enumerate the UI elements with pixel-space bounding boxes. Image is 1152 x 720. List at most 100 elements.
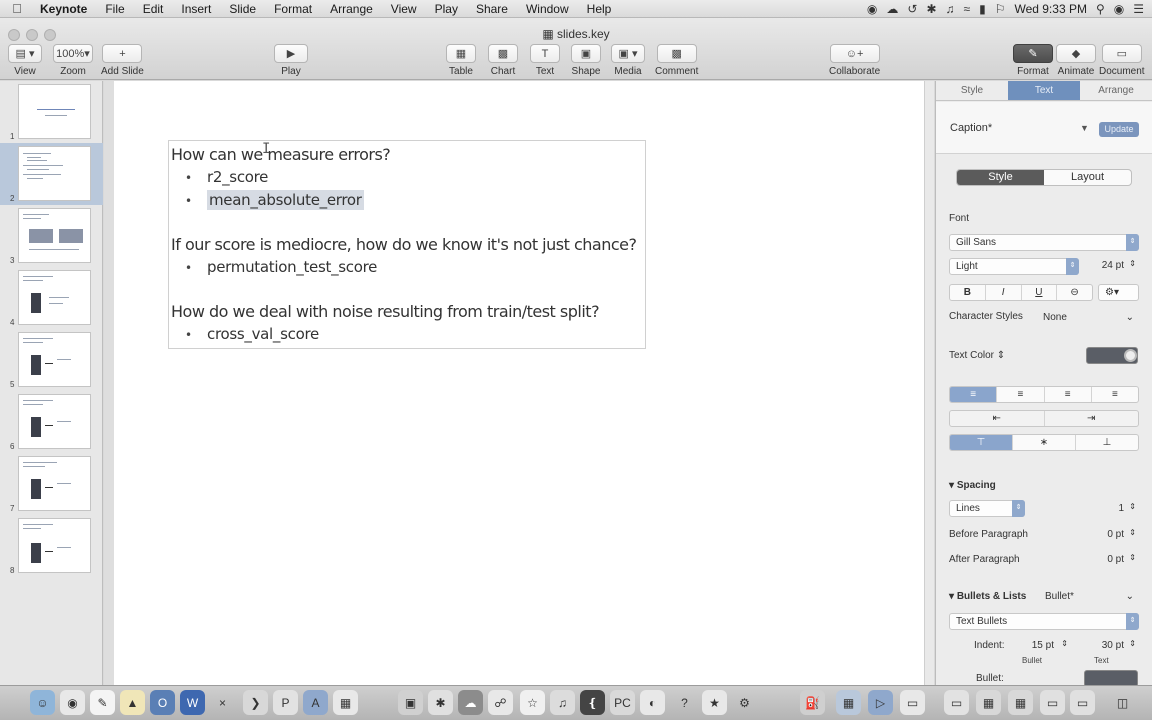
- menu-help[interactable]: Help: [578, 2, 621, 16]
- menu-view[interactable]: View: [382, 2, 426, 16]
- font-size-stepper-icon[interactable]: ⇕: [1126, 259, 1136, 268]
- slide-thumbnail-5[interactable]: 5: [0, 329, 103, 391]
- word-icon[interactable]: W: [180, 690, 205, 715]
- indent-text-field[interactable]: 30 pt: [1084, 640, 1124, 651]
- battery-icon[interactable]: ▮: [979, 2, 986, 16]
- spotlight-search-icon[interactable]: ⚲: [1096, 2, 1105, 16]
- keynote-icon[interactable]: ▲: [120, 690, 145, 715]
- downloads-icon[interactable]: ▦: [976, 690, 1001, 715]
- align-top-button[interactable]: ⊤: [950, 435, 1013, 450]
- notes-icon[interactable]: ▭: [900, 690, 925, 715]
- git-icon[interactable]: ☍: [488, 690, 513, 715]
- tab-style[interactable]: Style: [936, 81, 1008, 100]
- font-family-popup[interactable]: Gill Sans ⇕: [949, 234, 1139, 251]
- favorites-icon[interactable]: ★: [702, 690, 727, 715]
- tab-arrange[interactable]: Arrange: [1080, 81, 1152, 100]
- calculator-icon[interactable]: ▦: [333, 690, 358, 715]
- bluetooth-icon[interactable]: ✱: [926, 2, 936, 16]
- slide-thumbnail-6[interactable]: 6: [0, 391, 103, 453]
- cloud-app-icon[interactable]: ☁: [458, 690, 483, 715]
- cloud-icon[interactable]: ☁: [886, 2, 898, 16]
- bullet-permutation-test-score[interactable]: • permutation_test_score: [185, 258, 377, 276]
- slide-thumbnail-3[interactable]: 3: [0, 205, 103, 267]
- comment-button[interactable]: ▩: [656, 44, 697, 63]
- wifi-icon[interactable]: ≈: [964, 2, 971, 16]
- character-styles-popup[interactable]: None ⌄: [1036, 309, 1139, 326]
- chrome-icon[interactable]: ◉: [60, 690, 85, 715]
- decrease-indent-button[interactable]: ⇤: [950, 411, 1045, 426]
- slide-thumbnail-4[interactable]: 4: [0, 267, 103, 329]
- bold-button[interactable]: B: [950, 285, 986, 300]
- siri-icon[interactable]: ◉: [1114, 2, 1124, 16]
- question-chance[interactable]: If our score is mediocre, how do we know…: [171, 235, 637, 254]
- menu-window[interactable]: Window: [517, 2, 578, 16]
- chart-button[interactable]: ▩: [488, 44, 518, 63]
- question-noise[interactable]: How do we deal with noise resulting from…: [171, 302, 600, 321]
- font-weight-popup[interactable]: Light ⇕: [949, 258, 1079, 275]
- notification-center-icon[interactable]: ☰: [1133, 2, 1144, 16]
- slide-thumbnail-7[interactable]: 7: [0, 453, 103, 515]
- slide-text-box[interactable]: How can we measure errors? • r2_score • me…: [168, 140, 646, 349]
- bullets-lists-section[interactable]: ▾ Bullets & Lists: [949, 591, 1026, 602]
- current-slide[interactable]: How can we measure errors? • r2_score • me…: [114, 81, 924, 685]
- textedit-icon[interactable]: ✎: [90, 690, 115, 715]
- facetime-icon[interactable]: ▷: [868, 690, 893, 715]
- status-app-icon[interactable]: ◉: [867, 2, 877, 16]
- spacing-mode-popup[interactable]: Lines ⇕: [949, 500, 1025, 517]
- vscode-icon[interactable]: ❴: [580, 690, 605, 715]
- finder-icon[interactable]: ☺: [30, 690, 55, 715]
- tab-text[interactable]: Text: [1008, 81, 1080, 100]
- document-button[interactable]: ▭: [1101, 44, 1142, 63]
- documents-icon[interactable]: ▦: [1008, 690, 1033, 715]
- slide-thumbnail-1[interactable]: 1: [0, 81, 103, 143]
- subtab-layout[interactable]: Layout: [1044, 170, 1131, 185]
- bullet-cross-val-score[interactable]: • cross_val_score: [185, 325, 319, 343]
- bullets-style-popup[interactable]: Bullet* ⌄: [1038, 588, 1139, 605]
- table-button[interactable]: ▦: [446, 44, 476, 63]
- trash-icon[interactable]: ◫: [1110, 690, 1135, 715]
- apple-menu-icon[interactable]: : [0, 1, 34, 16]
- text-button[interactable]: T: [530, 44, 560, 63]
- preview-icon[interactable]: P: [273, 690, 298, 715]
- indent-bullet-stepper-icon[interactable]: ⇕: [1058, 639, 1068, 648]
- help-icon[interactable]: ?: [672, 690, 697, 715]
- menu-file[interactable]: File: [96, 2, 133, 16]
- indent-text-stepper-icon[interactable]: ⇕: [1126, 639, 1136, 648]
- bullet-mean-absolute-error[interactable]: • mean_absolute_error: [185, 190, 364, 210]
- font-size-field[interactable]: 24 pt: [1086, 260, 1124, 271]
- color-wheel-icon[interactable]: [1124, 349, 1137, 362]
- screen-sharing-icon[interactable]: ▭: [944, 690, 969, 715]
- align-middle-button[interactable]: ∗: [1013, 435, 1076, 450]
- menu-insert[interactable]: Insert: [172, 2, 220, 16]
- after-paragraph-stepper-icon[interactable]: ⇕: [1126, 553, 1136, 562]
- increase-indent-button[interactable]: ⇥: [1045, 411, 1139, 426]
- close-icon[interactable]: ×: [210, 690, 235, 715]
- shape-button[interactable]: ▣: [571, 44, 601, 63]
- menu-share[interactable]: Share: [467, 2, 517, 16]
- menu-keynote[interactable]: Keynote: [34, 2, 96, 16]
- menu-edit[interactable]: Edit: [134, 2, 173, 16]
- bullet-color-well[interactable]: [1084, 670, 1138, 685]
- chevron-down-icon[interactable]: ▼: [1080, 123, 1089, 133]
- after-paragraph-field[interactable]: 0 pt: [1086, 554, 1124, 565]
- align-right-button[interactable]: ≡: [1045, 387, 1092, 402]
- slide-thumbnail-2[interactable]: 2: [0, 143, 103, 205]
- canvas-scrollbar[interactable]: [924, 81, 934, 685]
- volume-icon[interactable]: ♫: [946, 2, 955, 16]
- bullet-type-popup[interactable]: Text Bullets ⇕: [949, 613, 1139, 630]
- pycharm-icon[interactable]: PC: [610, 690, 635, 715]
- animate-button[interactable]: ◆: [1056, 44, 1096, 63]
- menu-arrange[interactable]: Arrange: [321, 2, 382, 16]
- acrobat-icon[interactable]: ☆: [520, 690, 545, 715]
- docker-icon[interactable]: ⛽: [800, 690, 825, 715]
- align-left-button[interactable]: ≡: [950, 387, 998, 402]
- terminal-icon[interactable]: ❯: [243, 690, 268, 715]
- update-style-button[interactable]: Update: [1099, 122, 1139, 137]
- bullet-r2-score[interactable]: • r2_score: [185, 168, 268, 186]
- indent-bullet-field[interactable]: 15 pt: [1016, 640, 1054, 651]
- before-paragraph-stepper-icon[interactable]: ⇕: [1126, 528, 1136, 537]
- screenshot-icon[interactable]: ▣: [398, 690, 423, 715]
- photos-icon[interactable]: ▦: [836, 690, 861, 715]
- app-store-icon[interactable]: A: [303, 690, 328, 715]
- align-bottom-button[interactable]: ⊥: [1076, 435, 1138, 450]
